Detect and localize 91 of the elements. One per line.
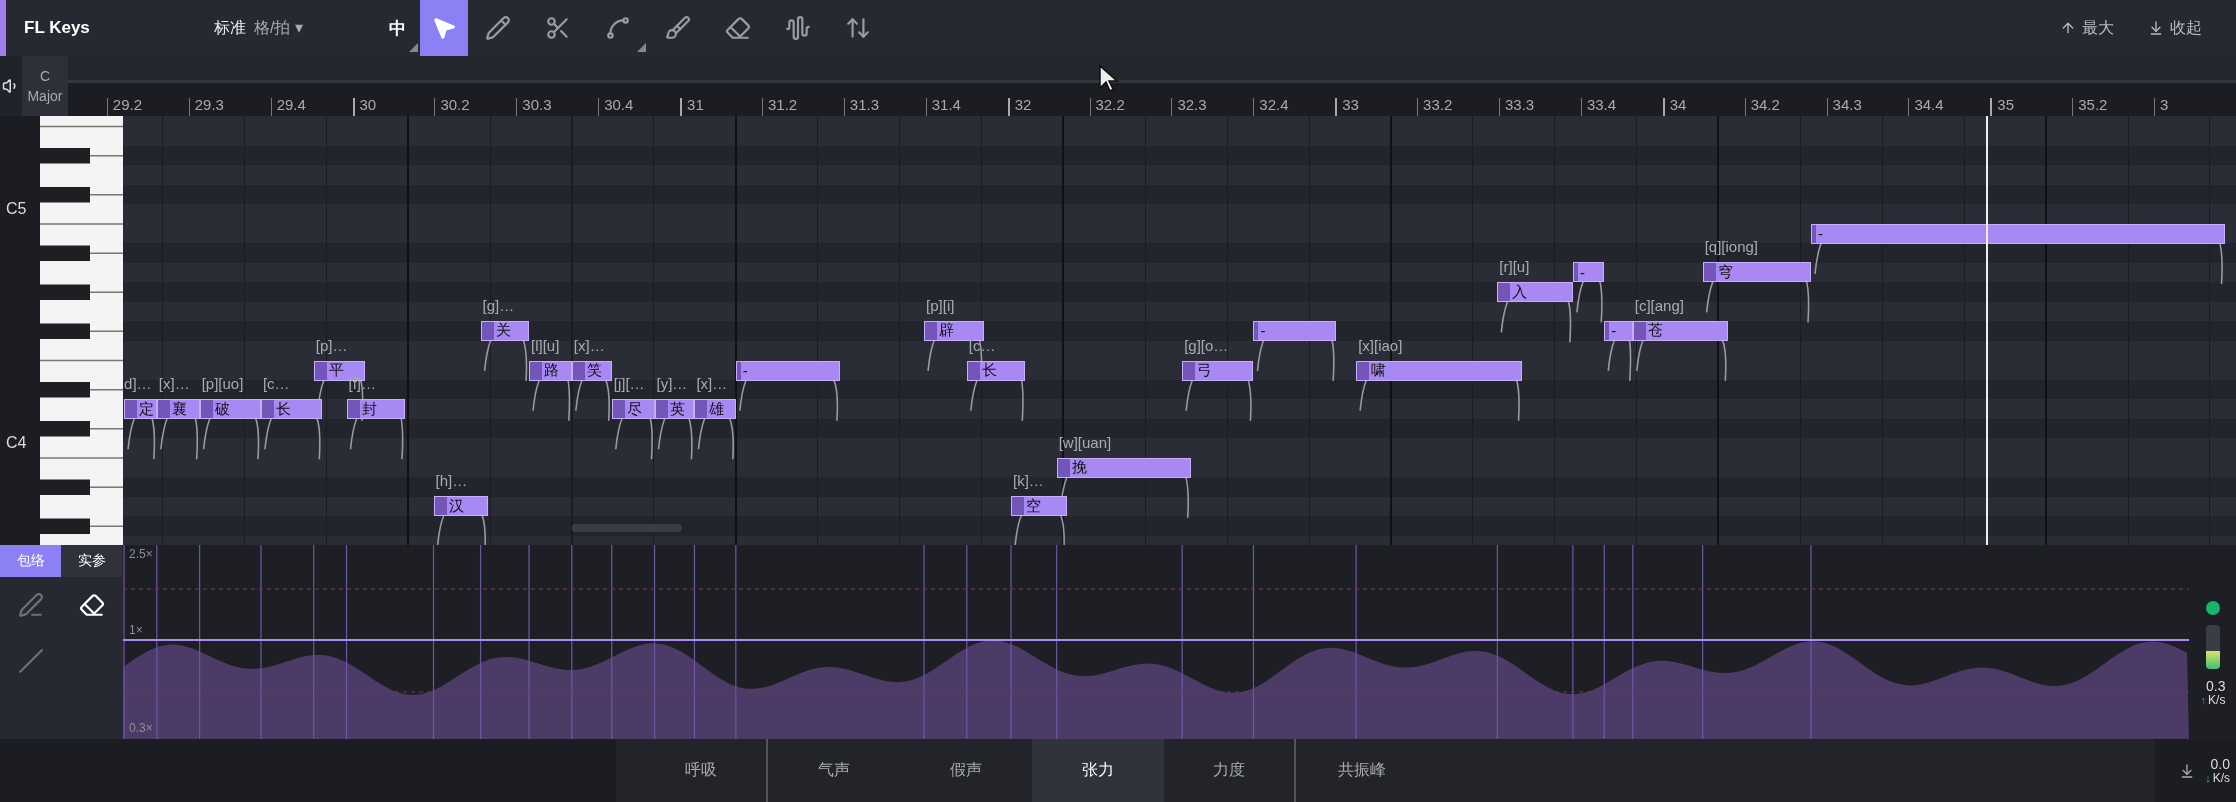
scale-label: 0.3× (129, 721, 153, 735)
note[interactable]: 穹 (1702, 262, 1811, 283)
pointer-icon (431, 15, 457, 41)
note[interactable]: 苍 (1632, 320, 1729, 341)
scissors-icon (545, 15, 571, 41)
line-icon (17, 648, 44, 674)
collapse-button[interactable]: 收起 (2148, 17, 2202, 39)
note[interactable]: 雄 (694, 399, 736, 420)
note[interactable]: 定 (124, 399, 157, 420)
phoneme-label: [j][… (613, 375, 645, 393)
rate-unit: K/s (2212, 770, 2230, 785)
rate-value: 0.0 (2210, 756, 2230, 771)
phoneme-label: [c][ang] (1634, 296, 1684, 314)
piano-keyboard-drawing[interactable] (40, 116, 123, 545)
note[interactable]: 破 (199, 399, 261, 420)
speaker-button[interactable] (0, 56, 23, 116)
phoneme-label: [x]… (158, 375, 190, 393)
pen-line-icon (17, 592, 44, 618)
phoneme-label: [r][u] (1499, 258, 1530, 276)
phoneme-label: [p]… (315, 336, 348, 354)
note[interactable]: 汉 (433, 496, 488, 517)
octave-label: C5 (6, 200, 27, 218)
note[interactable]: 路 (529, 360, 572, 381)
phoneme-label: [g]… (482, 296, 515, 314)
octave-label: C4 (6, 434, 27, 452)
phoneme-label: [p][i] (926, 296, 955, 314)
scale-label: 1× (129, 623, 143, 637)
phoneme-label: [x]… (696, 375, 728, 393)
note[interactable]: 封 (346, 399, 405, 420)
parameter-tab[interactable]: 气声 (768, 739, 900, 802)
note[interactable]: - (735, 360, 840, 381)
phoneme-label: d]… (124, 375, 152, 393)
grid-unit-dropdown[interactable]: 格/拍 ▾ (254, 17, 374, 39)
key-tonic: C (39, 68, 50, 84)
phoneme-label: [l][u] (531, 336, 560, 354)
parameter-tab[interactable]: 呼吸 (636, 739, 768, 802)
note[interactable]: 啸 (1356, 360, 1522, 381)
wave-icon (785, 15, 811, 41)
rate-arrow: ↓ (2205, 770, 2211, 785)
phoneme-label: [x][iao] (1358, 336, 1403, 354)
rate-arrow: ↑ (2200, 693, 2207, 707)
note[interactable]: 入 (1497, 282, 1573, 303)
scale-label: 2.5× (129, 547, 153, 561)
grid-mode[interactable]: 标准 (214, 17, 246, 39)
maximize-button[interactable]: 最大 (2060, 17, 2114, 39)
phoneme-label: [x]… (573, 336, 605, 354)
spline-icon (605, 15, 631, 41)
eraser-icon (78, 592, 105, 618)
note[interactable]: - (1572, 262, 1605, 283)
note[interactable]: 空 (1011, 496, 1067, 517)
key-signature-panel[interactable]: C Major (22, 56, 68, 116)
eraser-icon (725, 15, 751, 41)
phoneme-label: [c… (262, 375, 290, 393)
arrows-icon (845, 15, 871, 41)
note[interactable]: 辟 (924, 320, 984, 341)
mode-tab[interactable]: 实参 (61, 545, 122, 577)
mouse-pointer-icon (1098, 64, 1120, 92)
pencil-icon (485, 15, 511, 41)
parameter-tab[interactable]: 力度 (1164, 739, 1296, 802)
note[interactable]: 弓 (1182, 360, 1254, 381)
phoneme-label: [w][uan] (1058, 433, 1112, 451)
status-dot (2206, 601, 2220, 615)
phoneme-label: [y]… (656, 375, 688, 393)
note[interactable]: 长 (966, 360, 1026, 381)
phoneme-label: [q][iong] (1704, 238, 1758, 256)
scrollbar-thumb[interactable] (572, 524, 682, 532)
note[interactable]: - (1253, 320, 1337, 341)
note[interactable]: 笑 (571, 360, 612, 381)
parameter-tab[interactable]: 共振峰 (1296, 739, 1428, 802)
note[interactable]: 尽 (611, 399, 655, 420)
phoneme-label: [g][o… (1184, 336, 1229, 354)
note[interactable]: 英 (654, 399, 695, 420)
key-mode: Major (27, 88, 63, 104)
phoneme-label: [h]… (435, 472, 468, 490)
note[interactable]: 关 (480, 320, 529, 341)
tool-button[interactable] (420, 0, 468, 56)
note[interactable]: 襄 (156, 399, 200, 420)
parameter-tab[interactable]: 张力 (1032, 739, 1164, 802)
rate-unit: K/s (2208, 693, 2226, 707)
app-title: FL Keys (23, 18, 91, 38)
phoneme-label: [p][uo] (201, 375, 244, 393)
brush-icon (665, 15, 691, 41)
note[interactable]: 挽 (1056, 457, 1191, 478)
level-meter (2206, 625, 2220, 669)
note[interactable]: 长 (260, 399, 323, 420)
phoneme-label: [k]… (1013, 472, 1044, 490)
collapse-icon (2148, 20, 2164, 36)
note[interactable]: - (1811, 223, 2225, 244)
parameter-tab[interactable]: 假声 (900, 739, 1032, 802)
rate-value: 0.3 (2205, 679, 2226, 693)
note[interactable]: - (1604, 320, 1633, 341)
